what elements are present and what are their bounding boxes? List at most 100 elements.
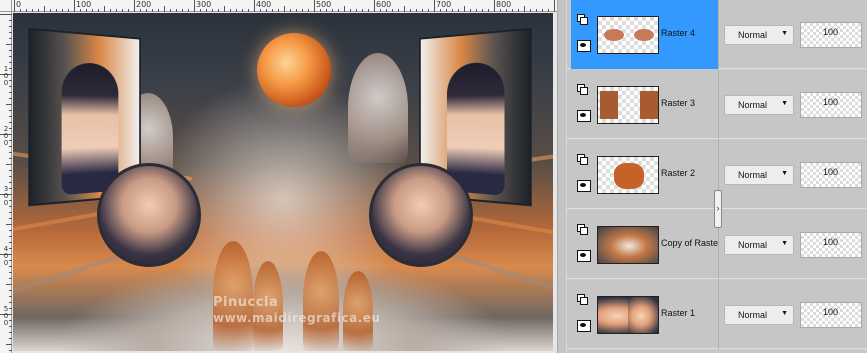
ruler-tick [476, 9, 477, 12]
ruler-tick [386, 9, 387, 12]
divider [718, 280, 719, 349]
ruler-tick [356, 9, 357, 12]
ruler-tick [170, 9, 171, 12]
ruler-tick [272, 9, 273, 12]
ruler-tick [200, 9, 201, 12]
ruler-label: 800 [496, 0, 512, 9]
ruler-tick [506, 9, 507, 12]
layer-main[interactable]: Raster 4 [571, 0, 718, 69]
blend-mode-dropdown[interactable]: Normal ▼ [724, 25, 794, 45]
opacity-field[interactable]: 100 [800, 232, 862, 258]
ruler-tick [554, 0, 555, 12]
divider [718, 0, 719, 69]
ruler-tick [140, 9, 141, 12]
eye-icon[interactable] [577, 110, 591, 122]
opacity-field[interactable]: 100 [800, 92, 862, 118]
ruler-tick [224, 6, 225, 12]
eye-icon[interactable] [577, 180, 591, 192]
ruler-tick [236, 9, 237, 12]
ruler-vertical[interactable]: 100200300400500 [0, 12, 12, 353]
opacity-field[interactable]: 100 [800, 162, 862, 188]
ruler-tick [9, 230, 12, 231]
ruler-label: 500 [316, 0, 332, 9]
ruler-tick [9, 350, 12, 351]
ruler-tick [182, 9, 183, 12]
group-link-icon[interactable] [577, 224, 589, 236]
ruler-tick [20, 9, 21, 12]
ruler-tick [188, 9, 189, 12]
ruler-tick [332, 9, 333, 12]
opacity-value: 100 [823, 167, 839, 177]
eye-icon[interactable] [577, 40, 591, 52]
masked-woman-figure [61, 61, 119, 196]
ruler-tick [470, 9, 471, 12]
layer-row[interactable]: Raster 3 Normal ▼ 100 [567, 70, 867, 139]
chevron-down-icon: ▼ [781, 100, 788, 107]
ruler-tick [116, 9, 117, 12]
group-link-icon[interactable] [577, 14, 589, 26]
ruler-tick [6, 224, 12, 225]
opacity-field[interactable]: 100 [800, 302, 862, 328]
panel-splitter[interactable] [557, 0, 566, 353]
ruler-tick [44, 6, 45, 12]
ruler-tick [428, 9, 429, 12]
blend-mode-dropdown[interactable]: Normal ▼ [724, 305, 794, 325]
ruler-tick [164, 6, 165, 12]
layer-row[interactable]: Raster 4 Normal ▼ 100 [567, 0, 867, 69]
layers-panel: Raster 4 Normal ▼ 100 Raster 3 Normal ▼ … [567, 0, 867, 353]
layer-row[interactable]: Raster 1 Normal ▼ 100 [567, 280, 867, 349]
blend-mode-dropdown[interactable]: Normal ▼ [724, 165, 794, 185]
ruler-tick [9, 218, 12, 219]
ruler-tick [9, 212, 12, 213]
ruler-tick [284, 6, 285, 12]
ruler-tick [524, 6, 525, 12]
ruler-tick [404, 6, 405, 12]
ruler-tick [9, 122, 12, 123]
watermark-author: Pinuccia [213, 295, 279, 310]
ruler-tick [494, 0, 495, 12]
ruler-label: 0 [3, 199, 9, 207]
ruler-tick [9, 32, 12, 33]
ruler-tick [158, 9, 159, 12]
ruler-tick [104, 6, 105, 12]
blend-mode-dropdown[interactable]: Normal ▼ [724, 235, 794, 255]
collapse-panel-button[interactable]: › [714, 190, 722, 228]
ruler-tick [242, 9, 243, 12]
layer-main[interactable]: Raster 2 [571, 140, 718, 209]
blend-mode-label: Normal [738, 170, 768, 180]
group-link-icon[interactable] [577, 294, 589, 306]
layer-name: Raster 2 [661, 168, 696, 178]
eye-icon[interactable] [577, 320, 591, 332]
ruler-tick [218, 9, 219, 12]
group-link-icon[interactable] [577, 154, 589, 166]
ruler-tick [9, 278, 12, 279]
chevron-down-icon: ▼ [781, 170, 788, 177]
layer-main[interactable]: Raster 1 [571, 280, 718, 349]
ruler-tick [0, 14, 12, 15]
layer-main[interactable]: Raster 3 [571, 70, 718, 139]
ruler-tick [176, 9, 177, 12]
canvas-area: 0 100 200 300 400 500 600 700 800 100 200 300 400 50… [0, 0, 557, 353]
blend-mode-dropdown[interactable]: Normal ▼ [724, 95, 794, 115]
canvas-image[interactable]: Pinuccia www.maidiregrafica.eu [13, 13, 553, 351]
ruler-tick [74, 0, 75, 12]
divider [718, 70, 719, 139]
ruler-tick [290, 9, 291, 12]
ruler-tick [6, 284, 12, 285]
group-link-icon[interactable] [577, 84, 589, 96]
ruler-tick [9, 92, 12, 93]
moon [257, 33, 331, 107]
ruler-tick [9, 56, 12, 57]
eye-icon[interactable] [577, 250, 591, 262]
opacity-value: 100 [823, 27, 839, 37]
ruler-label: 0 [3, 259, 9, 267]
layer-main[interactable]: Copy of Raster 1 [571, 210, 719, 279]
ruler-horizontal[interactable]: 0 100 200 300 400 500 600 700 800 [12, 0, 557, 12]
ruler-tick [50, 9, 51, 12]
ruler-tick [110, 9, 111, 12]
opacity-field[interactable]: 100 [800, 22, 862, 48]
ruler-tick [362, 9, 363, 12]
ruler-tick [98, 9, 99, 12]
ruler-tick [392, 9, 393, 12]
ruler-tick [314, 0, 315, 12]
